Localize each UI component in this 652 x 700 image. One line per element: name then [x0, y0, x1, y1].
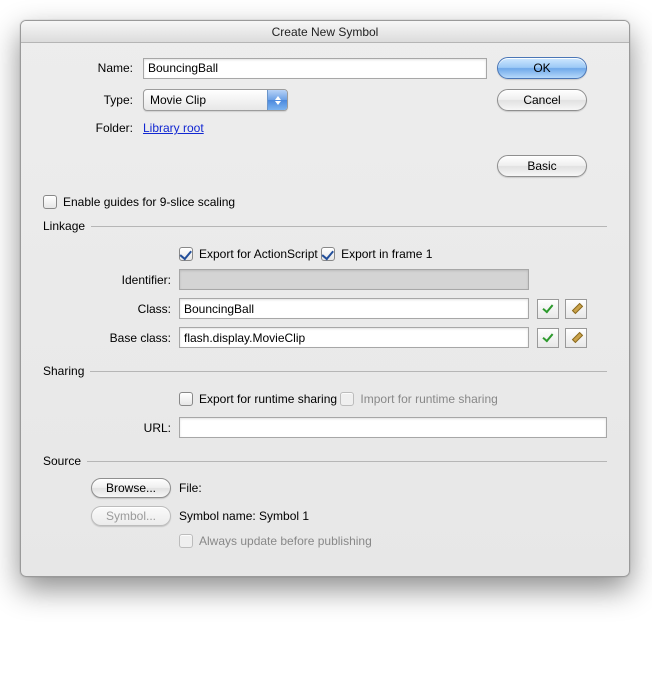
sharing-group: Sharing Export for runtime sharing Impor… [43, 364, 607, 444]
pencil-icon [571, 303, 582, 314]
always-update-label: Always update before publishing [199, 534, 372, 548]
symbol-name-value: Symbol name: Symbol 1 [179, 509, 607, 523]
dialog-window: Create New Symbol Name: OK Type: Movie C… [20, 20, 630, 577]
always-update-checkbox [179, 534, 193, 548]
class-edit-button[interactable] [565, 299, 587, 319]
ok-button[interactable]: OK [497, 57, 587, 79]
name-field[interactable] [143, 58, 487, 79]
cancel-button[interactable]: Cancel [497, 89, 587, 111]
dialog-content: Name: OK Type: Movie Clip Cancel Folder:… [21, 43, 629, 576]
import-runtime-label: Import for runtime sharing [360, 392, 497, 406]
identifier-label: Identifier: [43, 273, 171, 287]
url-label: URL: [43, 421, 171, 435]
baseclass-edit-button[interactable] [565, 328, 587, 348]
folder-label: Folder: [43, 121, 133, 135]
check-icon [542, 330, 553, 342]
import-runtime-checkbox [340, 392, 354, 406]
source-heading: Source [43, 454, 81, 468]
type-select-value: Movie Clip [144, 93, 267, 107]
nine-slice-label: Enable guides for 9-slice scaling [63, 195, 235, 209]
type-label: Type: [43, 93, 133, 107]
titlebar: Create New Symbol [21, 21, 629, 43]
source-group: Source Browse... File: Symbol... Symbol … [43, 454, 607, 554]
symbol-button: Symbol... [91, 506, 171, 526]
url-field[interactable] [179, 417, 607, 438]
export-actionscript-checkbox[interactable] [179, 247, 193, 261]
linkage-heading: Linkage [43, 219, 85, 233]
baseclass-validate-button[interactable] [537, 328, 559, 348]
type-select[interactable]: Movie Clip [143, 89, 288, 111]
basic-button[interactable]: Basic [497, 155, 587, 177]
export-frame1-label: Export in frame 1 [341, 247, 432, 261]
baseclass-field[interactable] [179, 327, 529, 348]
export-runtime-label: Export for runtime sharing [199, 392, 337, 406]
sharing-heading: Sharing [43, 364, 84, 378]
class-field[interactable] [179, 298, 529, 319]
linkage-group: Linkage Export for ActionScript Export i… [43, 219, 607, 354]
class-validate-button[interactable] [537, 299, 559, 319]
export-actionscript-label: Export for ActionScript [199, 247, 318, 261]
export-frame1-checkbox[interactable] [321, 247, 335, 261]
folder-link[interactable]: Library root [143, 121, 204, 135]
class-label: Class: [43, 302, 171, 316]
identifier-field [179, 269, 529, 290]
pencil-icon [571, 332, 582, 343]
export-runtime-checkbox[interactable] [179, 392, 193, 406]
baseclass-label: Base class: [43, 331, 171, 345]
file-label: File: [179, 481, 202, 495]
check-icon [542, 301, 553, 313]
window-title: Create New Symbol [272, 25, 379, 39]
dropdown-arrows-icon [267, 90, 287, 110]
browse-button[interactable]: Browse... [91, 478, 171, 498]
nine-slice-checkbox[interactable] [43, 195, 57, 209]
name-label: Name: [43, 61, 133, 75]
